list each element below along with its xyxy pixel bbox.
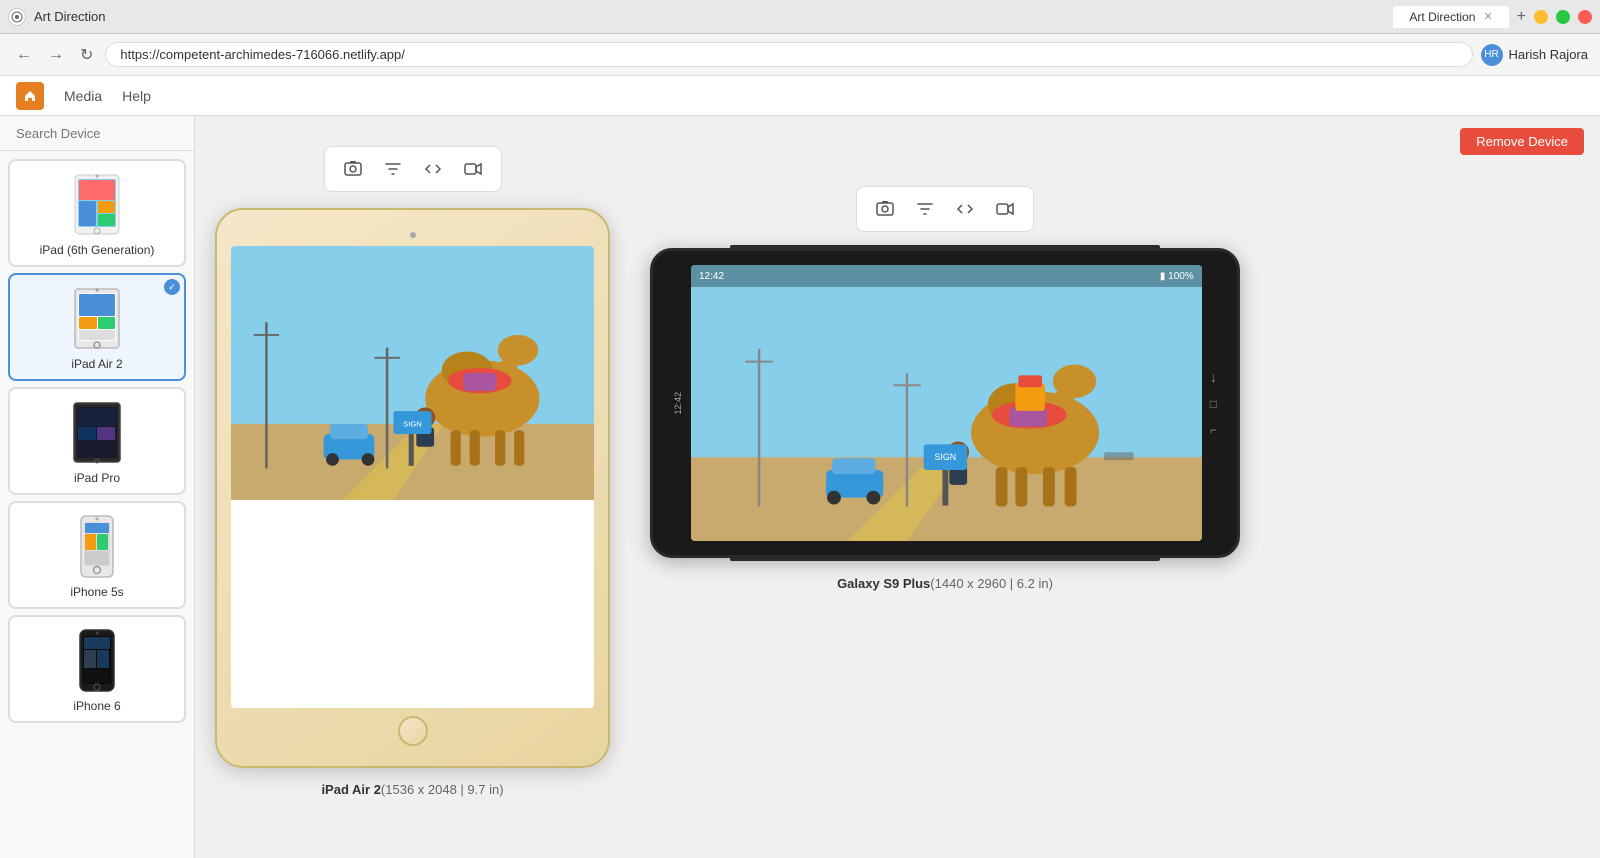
list-item[interactable]: ✓ iPad Air 2 (8, 273, 186, 381)
list-item[interactable]: iPad Pro (8, 387, 186, 495)
device-name: iPad (6th Generation) (40, 243, 155, 257)
browser-bar: ← → ↻ HR Harish Rajora (0, 34, 1600, 76)
search-box: « (0, 116, 194, 151)
add-tab-button[interactable]: + (1517, 8, 1526, 26)
close-tab-icon[interactable]: ✕ (1483, 10, 1492, 23)
galaxy-status-bar: 12:42 ▮ 100% (691, 265, 1202, 287)
galaxy-right-controls: ↓ □ ⌐ (1210, 369, 1217, 437)
ipad-home-button[interactable] (398, 716, 428, 746)
home-icon[interactable] (16, 82, 44, 110)
status-battery: ▮ 100% (1160, 271, 1194, 282)
device2-container: 12:42 12:42 ▮ 100% (650, 186, 1240, 591)
device-thumbnail (57, 283, 137, 353)
status-time: 12:42 (699, 271, 724, 282)
screenshot-button-2[interactable] (867, 193, 903, 225)
galaxy-top-bar (730, 245, 1160, 250)
content-area: Remove Device (195, 116, 1600, 858)
app-title: Art Direction (34, 9, 1385, 24)
device-name: iPad Air 2 (71, 357, 122, 371)
user-name: Harish Rajora (1509, 47, 1588, 62)
title-bar: Art Direction Art Direction ✕ + (0, 0, 1600, 34)
device1-toolbar (324, 146, 502, 192)
galaxy-left-buttons: 12:42 (673, 392, 683, 415)
corner-icon: ⌐ (1210, 423, 1217, 437)
code-button[interactable] (415, 153, 451, 185)
list-item[interactable]: iPhone 6 (8, 615, 186, 723)
galaxy-screen: 12:42 ▮ 100% (691, 265, 1202, 541)
active-tab[interactable]: Art Direction ✕ (1393, 6, 1508, 28)
screenshot-button[interactable] (335, 153, 371, 185)
list-item[interactable]: iPad (6th Generation) (8, 159, 186, 267)
device-list: iPad (6th Generation) ✓ (0, 151, 194, 858)
back-button[interactable]: ← (12, 42, 36, 68)
square-icon: □ (1210, 397, 1217, 411)
camel-scene-ipad: SIGN (231, 246, 594, 500)
list-item[interactable]: iPhone 5s (8, 501, 186, 609)
ipad-pro-icon (67, 400, 127, 465)
user-info: HR Harish Rajora (1481, 44, 1588, 66)
video-button[interactable] (455, 153, 491, 185)
device-thumbnail (57, 397, 137, 467)
device1-container: SIGN iPad Air 2(1536 x 2048 | 9.7 in) (215, 146, 610, 797)
remove-device-button[interactable]: Remove Device (1460, 128, 1584, 155)
ipad-air2-icon (67, 286, 127, 351)
minimize-button[interactable] (1534, 10, 1548, 24)
nav-help[interactable]: Help (122, 88, 151, 104)
device-name: iPhone 6 (73, 699, 120, 713)
sidebar: « iPad (6th (0, 116, 195, 858)
device-thumbnail (57, 625, 137, 695)
galaxy-s9-wrapper: 12:42 12:42 ▮ 100% (650, 248, 1240, 558)
svg-text:SIGN: SIGN (935, 452, 957, 462)
device1-label: iPad Air 2(1536 x 2048 | 9.7 in) (321, 782, 503, 797)
address-bar[interactable] (105, 42, 1472, 67)
svg-text:SIGN: SIGN (403, 419, 422, 428)
forward-button[interactable]: → (44, 42, 68, 68)
maximize-button[interactable] (1556, 10, 1570, 24)
filter-button-2[interactable] (907, 193, 943, 225)
code-button-2[interactable] (947, 193, 983, 225)
device-thumbnail (57, 511, 137, 581)
video-button-2[interactable] (987, 193, 1023, 225)
iphone6-icon (77, 628, 117, 693)
galaxy-s9-frame: 12:42 12:42 ▮ 100% (650, 248, 1240, 558)
ipad-air2-frame: SIGN (215, 208, 610, 768)
galaxy-bottom-bar (730, 556, 1160, 561)
device-name: iPhone 5s (70, 585, 123, 599)
device-thumbnail (57, 169, 137, 239)
app-header: Media Help (0, 76, 1600, 116)
ipad-screen-white-area (231, 500, 594, 708)
device-name: iPad Pro (74, 471, 120, 485)
status-vertical: 12:42 (673, 392, 683, 415)
nav-media[interactable]: Media (64, 88, 102, 104)
camel-scene-galaxy: SIGN (691, 265, 1202, 541)
device2-toolbar (856, 186, 1034, 232)
device2-name: Galaxy S9 Plus (837, 576, 930, 591)
refresh-button[interactable]: ↻ (76, 41, 97, 69)
ipad-6th-gen-icon (67, 172, 127, 237)
window-controls (1534, 10, 1592, 24)
filter-button[interactable] (375, 153, 411, 185)
device2-label: Galaxy S9 Plus(1440 x 2960 | 6.2 in) (837, 576, 1053, 591)
ipad-screen-image: SIGN (231, 246, 594, 500)
tab-label: Art Direction (1409, 10, 1475, 24)
search-input[interactable] (16, 126, 192, 141)
device1-name: iPad Air 2 (321, 782, 380, 797)
device1-specs: (1536 x 2048 | 9.7 in) (381, 782, 504, 797)
device2-specs: (1440 x 2960 | 6.2 in) (930, 576, 1053, 591)
down-arrow-icon: ↓ (1210, 369, 1217, 385)
selected-check: ✓ (164, 279, 180, 295)
ipad-screen: SIGN (231, 246, 594, 708)
devices-row: SIGN iPad Air 2(1536 x 2048 | 9.7 in) (215, 136, 1580, 797)
app-logo (8, 8, 26, 26)
iphone5s-icon (77, 514, 117, 579)
user-avatar: HR (1481, 44, 1503, 66)
close-button[interactable] (1578, 10, 1592, 24)
ipad-camera (410, 232, 416, 238)
main-layout: « iPad (6th (0, 116, 1600, 858)
